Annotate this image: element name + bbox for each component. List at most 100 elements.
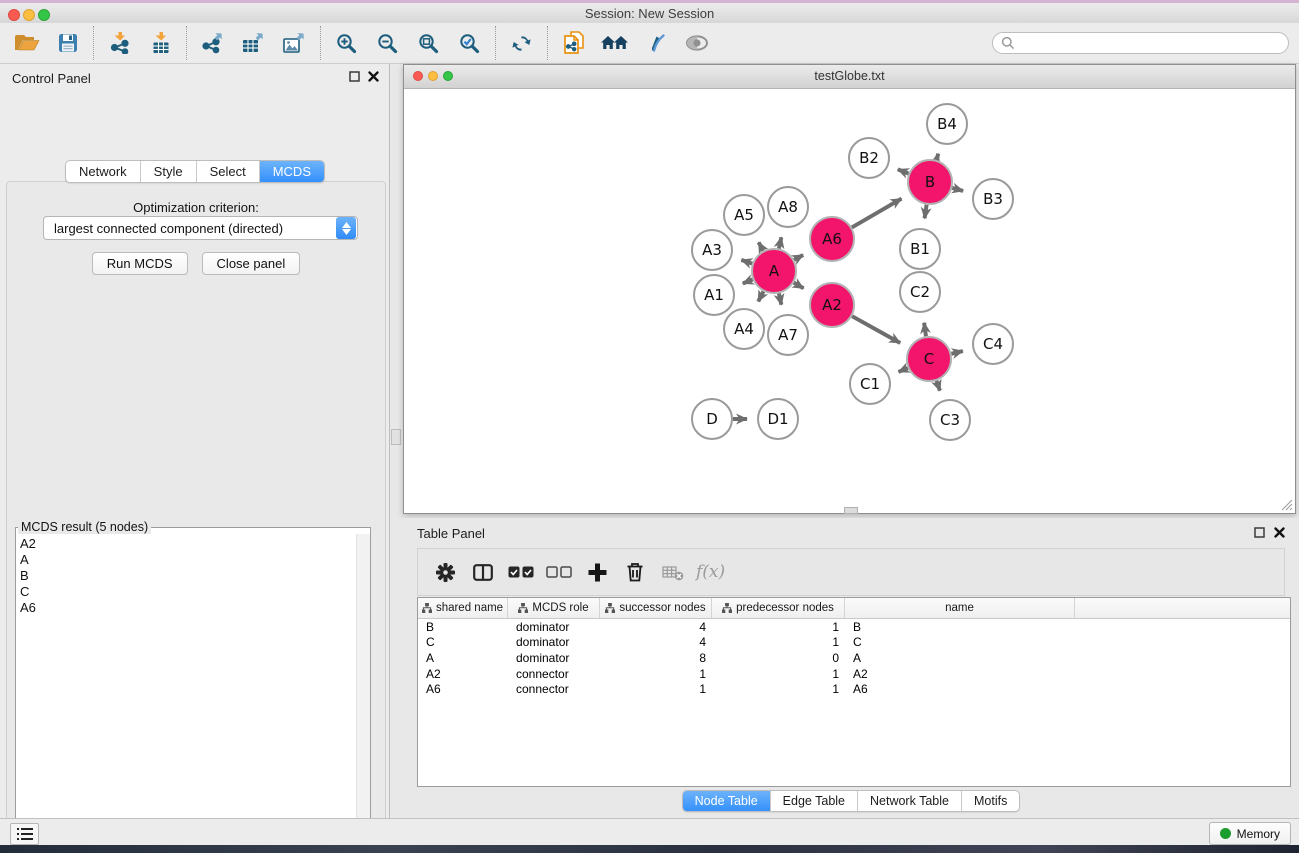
show-task-history-button[interactable] — [10, 823, 39, 845]
zoom-out-button[interactable] — [367, 24, 408, 62]
close-panel-button[interactable]: Close panel — [202, 252, 301, 275]
graph-edge-A2-C[interactable] — [852, 316, 900, 343]
apply-layout-button[interactable] — [501, 24, 542, 62]
network-canvas[interactable]: AA1A2A3A4A5A6A7A8BB1B2B3B4CC1C2C3C4DD1 — [405, 89, 1294, 512]
column-header-name[interactable]: name — [845, 598, 1075, 618]
table-row[interactable]: Bdominator41B — [418, 619, 1290, 635]
export-image-button[interactable] — [274, 24, 315, 62]
hide-node-labels-button[interactable] — [635, 24, 676, 62]
run-mcds-button[interactable]: Run MCDS — [92, 252, 188, 275]
column-header-successor-nodes[interactable]: successor nodes — [600, 598, 712, 618]
search-input[interactable] — [1015, 36, 1288, 50]
table-row[interactable]: A6connector11A6 — [418, 681, 1290, 697]
tab-motifs[interactable]: Motifs — [961, 791, 1019, 811]
graph-edge-A-A1[interactable] — [743, 280, 753, 284]
graph-edge-C-C1[interactable] — [899, 368, 908, 372]
mcds-result-item[interactable]: C — [20, 584, 357, 600]
unselect-all-columns-button[interactable] — [540, 552, 578, 592]
graph-edge-B-B3[interactable] — [952, 188, 963, 191]
graph-edge-C-C2[interactable] — [924, 323, 926, 336]
split-divider-handle[interactable] — [391, 429, 401, 445]
tab-network[interactable]: Network — [66, 161, 140, 182]
memory-status-icon — [1220, 828, 1231, 839]
graph-edge-B-B1[interactable] — [925, 205, 927, 219]
cell-successor-nodes: 8 — [600, 651, 712, 665]
tab-style[interactable]: Style — [140, 161, 196, 182]
table-row[interactable]: Adominator80A — [418, 650, 1290, 666]
graph-node-label-A4: A4 — [734, 320, 754, 338]
column-header-mcds-role[interactable]: MCDS role — [508, 598, 600, 618]
graph-edge-B-B2[interactable] — [898, 169, 909, 173]
mcds-result-item[interactable]: A — [20, 552, 357, 568]
mcds-result-box: MCDS result (5 nodes) A2ABCA6 — [15, 520, 371, 842]
network-bottom-divider-handle[interactable] — [844, 507, 858, 514]
select-all-columns-button[interactable] — [502, 552, 540, 592]
mcds-result-list[interactable]: A2ABCA6 — [16, 534, 357, 841]
save-session-button[interactable] — [47, 24, 88, 62]
delete-table-button[interactable] — [654, 552, 692, 592]
graph-edge-A-A2[interactable] — [794, 283, 804, 289]
table-row[interactable]: A2connector11A2 — [418, 666, 1290, 682]
cell-name: B — [845, 620, 1075, 634]
open-folder-icon — [14, 33, 40, 53]
zoom-in-button[interactable] — [326, 24, 367, 62]
gear-icon — [436, 563, 455, 582]
graph-edge-A-A6[interactable] — [794, 255, 803, 260]
graph-edge-A-A7[interactable] — [779, 293, 781, 304]
create-new-column-button[interactable] — [578, 552, 616, 592]
float-panel-icon[interactable] — [349, 71, 360, 82]
graph-edge-C-C4[interactable] — [951, 351, 962, 354]
zoom-selected-button[interactable] — [449, 24, 490, 62]
new-network-from-file-button[interactable] — [553, 24, 594, 62]
export-table-button[interactable] — [233, 24, 274, 62]
search-field[interactable] — [992, 32, 1289, 54]
function-builder-button[interactable]: f(x) — [692, 552, 725, 592]
table-row[interactable]: Cdominator41C — [418, 635, 1290, 651]
graph-edge-A-A8[interactable] — [779, 237, 781, 248]
tab-mcds[interactable]: MCDS — [259, 161, 324, 182]
graph-edge-B-B4[interactable] — [936, 154, 938, 160]
graph-edge-A-A5[interactable] — [759, 242, 764, 250]
network-window-titlebar[interactable]: testGlobe.txt — [404, 65, 1295, 89]
mcds-result-item[interactable]: A2 — [20, 536, 357, 552]
table-options-button[interactable] — [426, 552, 464, 592]
mcds-result-item[interactable]: A6 — [20, 600, 357, 616]
graph-edge-A-A4[interactable] — [758, 291, 763, 301]
tab-select[interactable]: Select — [196, 161, 259, 182]
table-body: Bdominator41BCdominator41CAdominator80AA… — [418, 619, 1290, 697]
graph-edge-A6-B[interactable] — [852, 199, 902, 228]
tab-network-table[interactable]: Network Table — [857, 791, 961, 811]
graph-node-label-A: A — [769, 262, 780, 280]
open-session-button[interactable] — [6, 24, 47, 62]
export-network-button[interactable] — [192, 24, 233, 62]
mcds-result-scrollbar[interactable] — [356, 534, 370, 841]
zoom-fit-button[interactable] — [408, 24, 449, 62]
graph-edge-C-C3[interactable] — [936, 381, 939, 391]
table-header-row: shared nameMCDS rolesuccessor nodesprede… — [418, 598, 1290, 619]
main-toolbar — [0, 23, 1299, 64]
show-column-panel-button[interactable] — [464, 552, 502, 592]
toolbar-separator — [547, 26, 548, 60]
home-icon — [601, 34, 629, 52]
control-panel-tabs: NetworkStyleSelectMCDS — [65, 160, 325, 183]
app-window: Session: New Session — [0, 0, 1299, 853]
import-network-button[interactable] — [99, 24, 140, 62]
show-graphics-details-button[interactable] — [676, 24, 717, 62]
tab-edge-table[interactable]: Edge Table — [770, 791, 857, 811]
show-starter-panel-button[interactable] — [594, 24, 635, 62]
graph-edge-A-A3[interactable] — [741, 260, 752, 264]
tab-node-table[interactable]: Node Table — [683, 791, 770, 811]
close-panel-icon[interactable] — [368, 71, 379, 82]
resize-grip-icon[interactable] — [1280, 498, 1293, 511]
trash-icon — [626, 562, 644, 582]
column-header-predecessor-nodes[interactable]: predecessor nodes — [712, 598, 845, 618]
column-header-shared-name[interactable]: shared name — [418, 598, 508, 618]
close-table-panel-icon[interactable] — [1274, 527, 1285, 538]
float-table-panel-icon[interactable] — [1254, 527, 1265, 538]
optimization-criterion-select[interactable]: largest connected component (directed) — [43, 216, 358, 240]
memory-button[interactable]: Memory — [1209, 822, 1291, 845]
import-network-icon — [109, 32, 131, 54]
mcds-result-item[interactable]: B — [20, 568, 357, 584]
delete-columns-button[interactable] — [616, 552, 654, 592]
import-table-button[interactable] — [140, 24, 181, 62]
